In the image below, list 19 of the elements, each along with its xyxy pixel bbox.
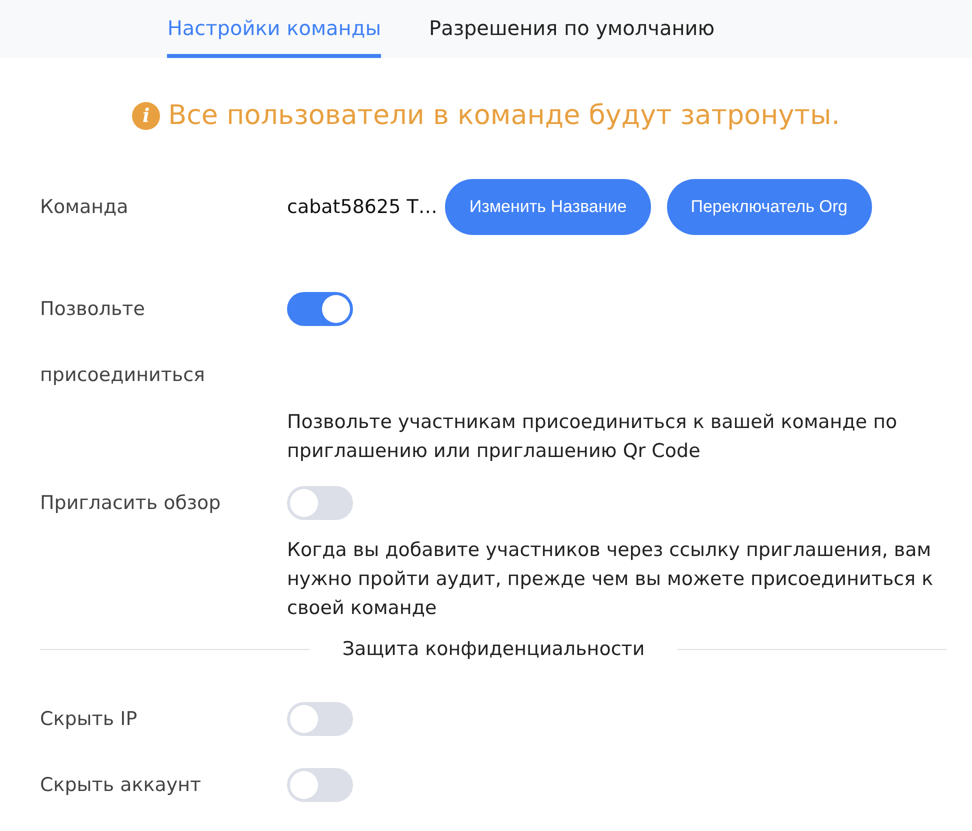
action-button[interactable]: Изменить Название	[445, 179, 651, 235]
notice-text: Все пользователи в команде будут затронуты.	[168, 98, 840, 133]
setting-label: Скрыть аккаунт	[40, 772, 202, 798]
tab[interactable]: Разрешения по умолчанию	[429, 0, 715, 58]
setting-description: Позвольте участникам присоединиться к вашей команде по приглашению или приглашению Qr Code	[287, 410, 898, 464]
tab[interactable]: Настройки команды	[167, 0, 382, 58]
setting-description: Когда вы добавите участников через ссылку приглашения, вам нужно пройти аудит, прежде чем вы можете присоединиться к своей команде	[287, 538, 934, 621]
setting-label: Скрыть IP	[40, 706, 138, 732]
toggle-switch[interactable]	[287, 768, 353, 802]
setting-label: Команда	[40, 195, 130, 220]
section-title: Защита конфиденциальности	[341, 637, 646, 662]
action-button[interactable]: Переключатель Org	[666, 179, 872, 235]
setting-label: Пригласить обзор	[40, 491, 222, 516]
setting-label: Позвольте присоединиться	[40, 297, 206, 388]
toggle-switch[interactable]	[287, 292, 353, 326]
info-icon: i	[132, 102, 160, 130]
team-name: cabat58625 T…	[287, 194, 438, 220]
toggle-switch[interactable]	[287, 702, 353, 736]
toggle-switch[interactable]	[287, 486, 353, 520]
